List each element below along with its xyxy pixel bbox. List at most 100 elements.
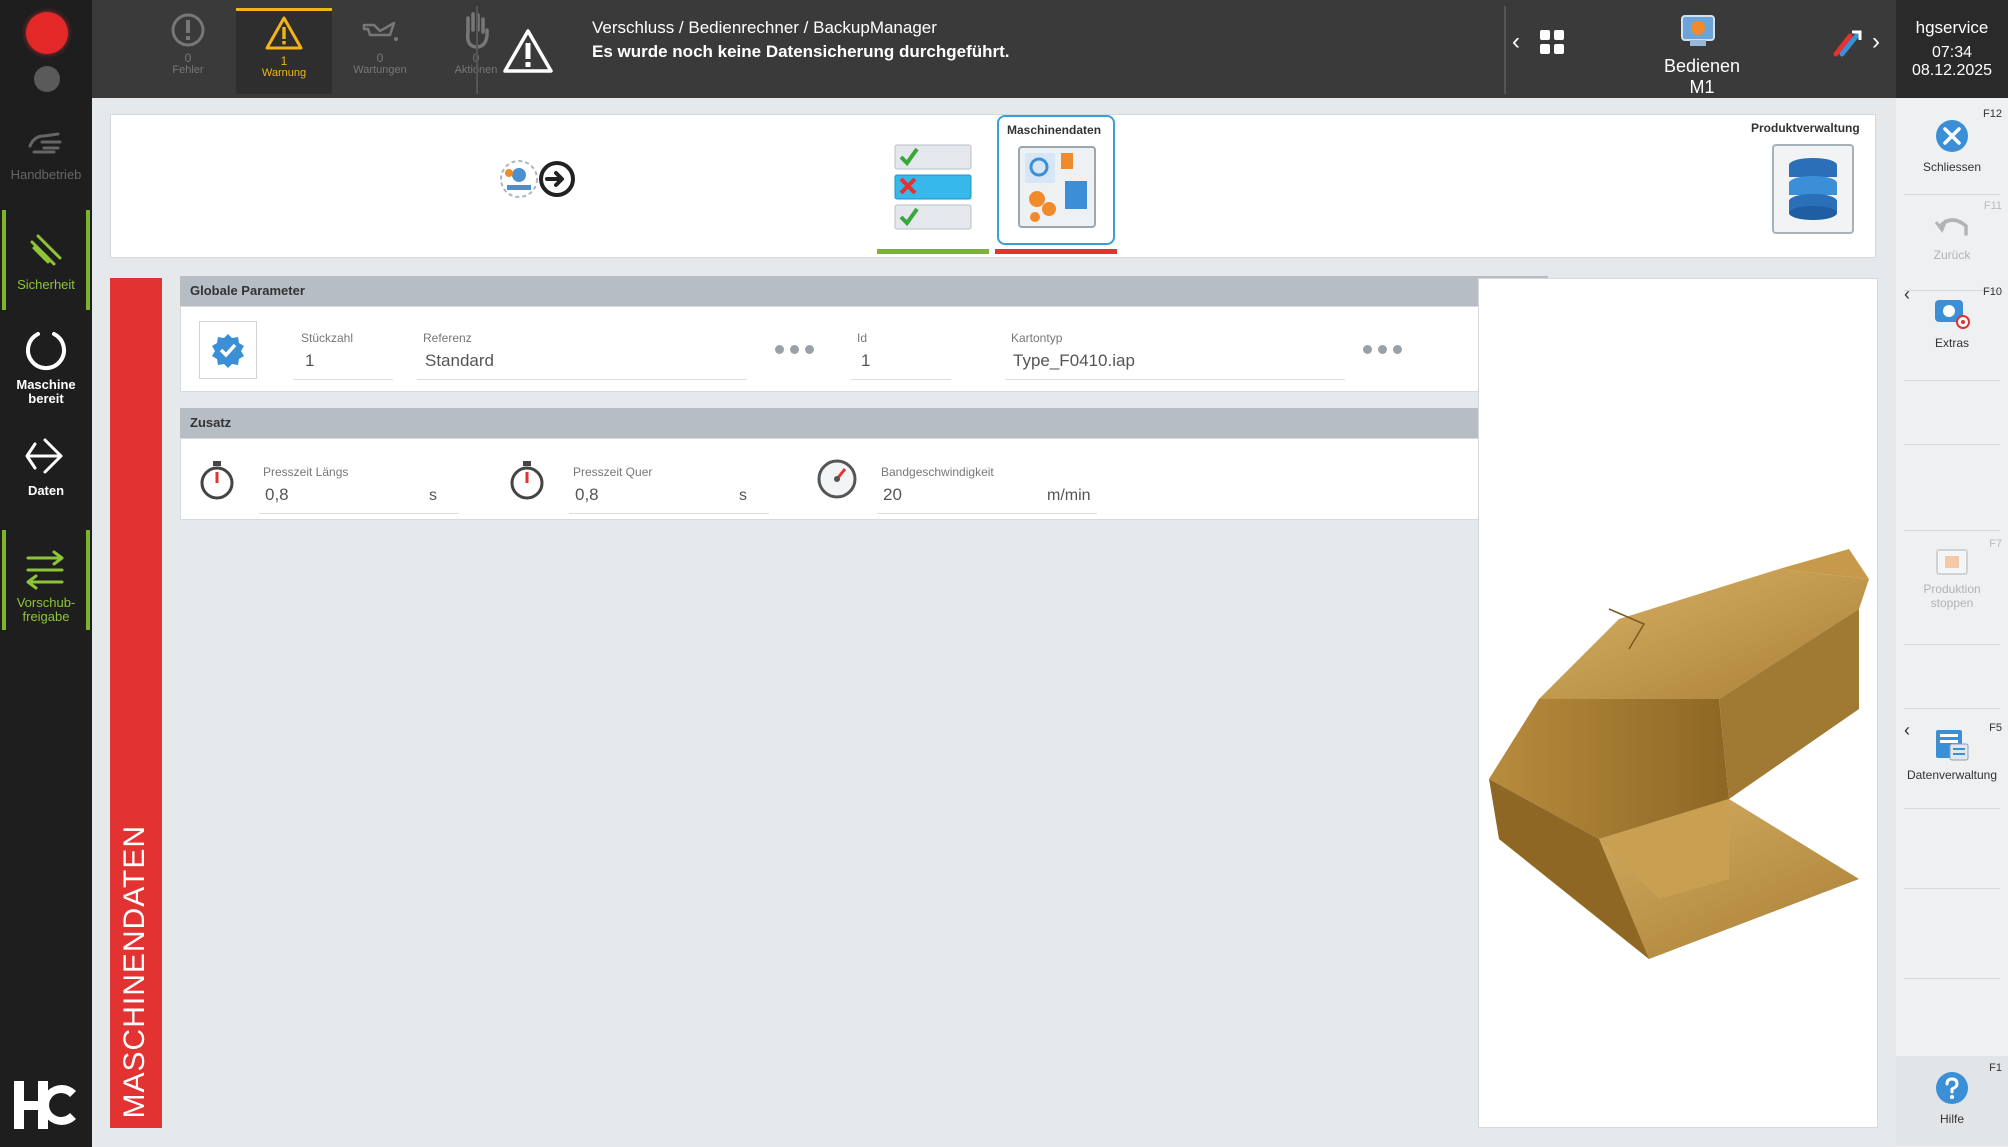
section-zusatz: Presszeit Längs 0,8 s Presszeit Quer 0,8… xyxy=(180,438,1548,520)
clock-time: 07:34 xyxy=(1931,44,1973,61)
unit-label: s xyxy=(739,487,747,504)
sidebar-item-handbetrieb[interactable]: Handbetrieb xyxy=(0,112,92,196)
divider xyxy=(1504,6,1506,94)
function-key-label: F10 xyxy=(1983,286,2002,298)
oilcan-icon xyxy=(360,8,400,52)
error-icon xyxy=(169,8,207,52)
nav-machine-settings[interactable] xyxy=(493,155,583,212)
tab-count: 0 xyxy=(376,51,384,65)
tab-warnung[interactable]: 1 Warnung xyxy=(236,8,332,94)
stop-production-button[interactable]: F7 Produktion stoppen xyxy=(1896,538,2008,638)
button-label: Zurück xyxy=(1933,248,1971,262)
message-text: Es wurde noch keine Datensicherung durch… xyxy=(592,42,1010,61)
divider xyxy=(476,6,478,94)
carton-box-image xyxy=(1489,549,1869,959)
divider xyxy=(1904,530,2000,531)
apply-button[interactable] xyxy=(199,321,257,379)
bandgeschwindigkeit-field[interactable]: 20 xyxy=(883,485,902,505)
bandgeschwindigkeit-label: Bandgeschwindigkeit xyxy=(881,465,994,479)
right-function-bar: F12 Schliessen F11 Zurück ‹ F10 Extras F… xyxy=(1896,98,2008,1147)
divider xyxy=(1904,644,2000,645)
login-arrow-icon xyxy=(23,428,69,484)
sidebar-item-maschine-bereit[interactable]: Maschine bereit xyxy=(0,322,92,418)
divider xyxy=(1904,708,2000,709)
stopwatch-icon xyxy=(510,461,544,500)
nav-label: Produktverwaltung xyxy=(1751,121,1860,135)
back-arrow-icon xyxy=(1934,218,1968,236)
chevron-left-icon[interactable]: ‹ xyxy=(1512,28,1520,56)
close-button[interactable]: F12 Schliessen xyxy=(1896,106,2008,186)
carton-preview-panel xyxy=(1478,278,1878,1128)
nav-maschinendaten[interactable]: Maschinendaten xyxy=(997,115,1115,245)
checklist-icon xyxy=(894,144,972,230)
verified-badge-icon xyxy=(212,334,244,368)
machine-operate-icon[interactable] xyxy=(1680,14,1716,53)
main-content: Maschinendaten Produktverwaltung MASCHIN… xyxy=(92,98,1896,1147)
button-label: Extras xyxy=(1934,336,1969,350)
machine-data-icon xyxy=(1018,146,1096,228)
button-label: Produktion stoppen xyxy=(1923,582,1981,610)
chevron-right-icon[interactable]: › xyxy=(1872,28,1880,56)
message-warning-icon xyxy=(502,28,554,79)
button-label: Datenverwaltung xyxy=(1906,768,1998,782)
sidebar-item-daten[interactable]: Daten xyxy=(0,428,92,516)
nav-parameter-check[interactable] xyxy=(891,143,975,238)
tab-wartungen[interactable]: 0 Wartungen xyxy=(332,8,428,94)
stueckzahl-field[interactable]: 1 xyxy=(305,351,314,371)
tab-count: 1 xyxy=(280,54,288,68)
database-icon xyxy=(1772,144,1854,234)
feed-release-icon xyxy=(22,540,70,596)
id-field[interactable]: 1 xyxy=(861,351,870,371)
function-key-label: F11 xyxy=(1983,200,2002,212)
help-button[interactable]: F1 Hilfe xyxy=(1896,1056,2008,1146)
field-underline xyxy=(569,513,769,514)
hand-pointer-icon xyxy=(24,112,68,168)
nav-produktverwaltung[interactable]: Produktverwaltung xyxy=(1751,115,1871,245)
function-key-label: F7 xyxy=(1989,538,2002,550)
presszeit-laengs-label: Presszeit Längs xyxy=(263,465,349,479)
stopwatch-icon xyxy=(200,461,234,500)
presszeit-quer-field[interactable]: 0,8 xyxy=(575,485,599,505)
user-clock-box: hgservice 07:34 08.12.2025 xyxy=(1896,0,2008,98)
referenz-more-button[interactable] xyxy=(775,345,814,354)
unit-label: m/min xyxy=(1047,487,1091,504)
sidebar-item-vorschubfreigabe[interactable]: Vorschub-freigabe xyxy=(0,530,92,630)
kartontyp-more-button[interactable] xyxy=(1363,345,1402,354)
clock-date: 08.12.2025 xyxy=(1911,62,1993,79)
sidebar-item-label: Sicherheit xyxy=(17,277,75,292)
kartontyp-label: Kartontyp xyxy=(1011,331,1063,345)
section-global-parameters: Stückzahl 1 Referenz Standard Id 1 Karto… xyxy=(180,306,1548,392)
tab-fehler[interactable]: 0 Fehler xyxy=(140,8,236,94)
function-key-label: F12 xyxy=(1983,108,2002,120)
warning-icon xyxy=(265,11,303,55)
function-key-label: F5 xyxy=(1989,722,2002,734)
company-logo xyxy=(12,1077,78,1133)
tools-icon[interactable] xyxy=(1832,28,1864,63)
extras-button[interactable]: ‹ F10 Extras xyxy=(1896,282,2008,382)
data-management-icon xyxy=(1936,730,1969,761)
top-bar: 0 Fehler 1 Warnung 0 Wartungen 0 Aktione… xyxy=(92,0,1896,98)
unit-label: s xyxy=(429,487,437,504)
chevron-left-icon: ‹ xyxy=(1904,284,1910,304)
data-management-button[interactable]: ‹ F5 Datenverwaltung xyxy=(1896,718,2008,808)
speedometer-icon xyxy=(817,459,857,499)
kartontyp-field[interactable]: Type_F0410.iap xyxy=(1013,351,1135,371)
presszeit-laengs-field[interactable]: 0,8 xyxy=(265,485,289,505)
sidebar-item-sicherheit[interactable]: Sicherheit xyxy=(0,210,92,310)
grid-icon[interactable] xyxy=(1538,28,1566,61)
stueckzahl-label: Stückzahl xyxy=(301,331,354,345)
section-title: MASCHINENDATEN xyxy=(118,824,151,1118)
referenz-field[interactable]: Standard xyxy=(425,351,494,371)
back-button[interactable]: F11 Zurück xyxy=(1896,198,2008,284)
nav-underline-green xyxy=(877,249,989,254)
status-lamp-grey xyxy=(34,66,60,92)
nav-underline-red xyxy=(995,249,1117,254)
machine-label[interactable]: Bedienen M1 xyxy=(1652,56,1752,98)
id-label: Id xyxy=(857,331,868,345)
button-label: Schliessen xyxy=(1922,160,1982,174)
sidebar-item-label: Daten xyxy=(27,483,65,498)
field-underline xyxy=(259,513,459,514)
tab-label: Wartungen xyxy=(353,64,407,76)
sidebar-item-label: Vorschub-freigabe xyxy=(16,595,76,624)
status-lamp-red xyxy=(26,12,68,54)
